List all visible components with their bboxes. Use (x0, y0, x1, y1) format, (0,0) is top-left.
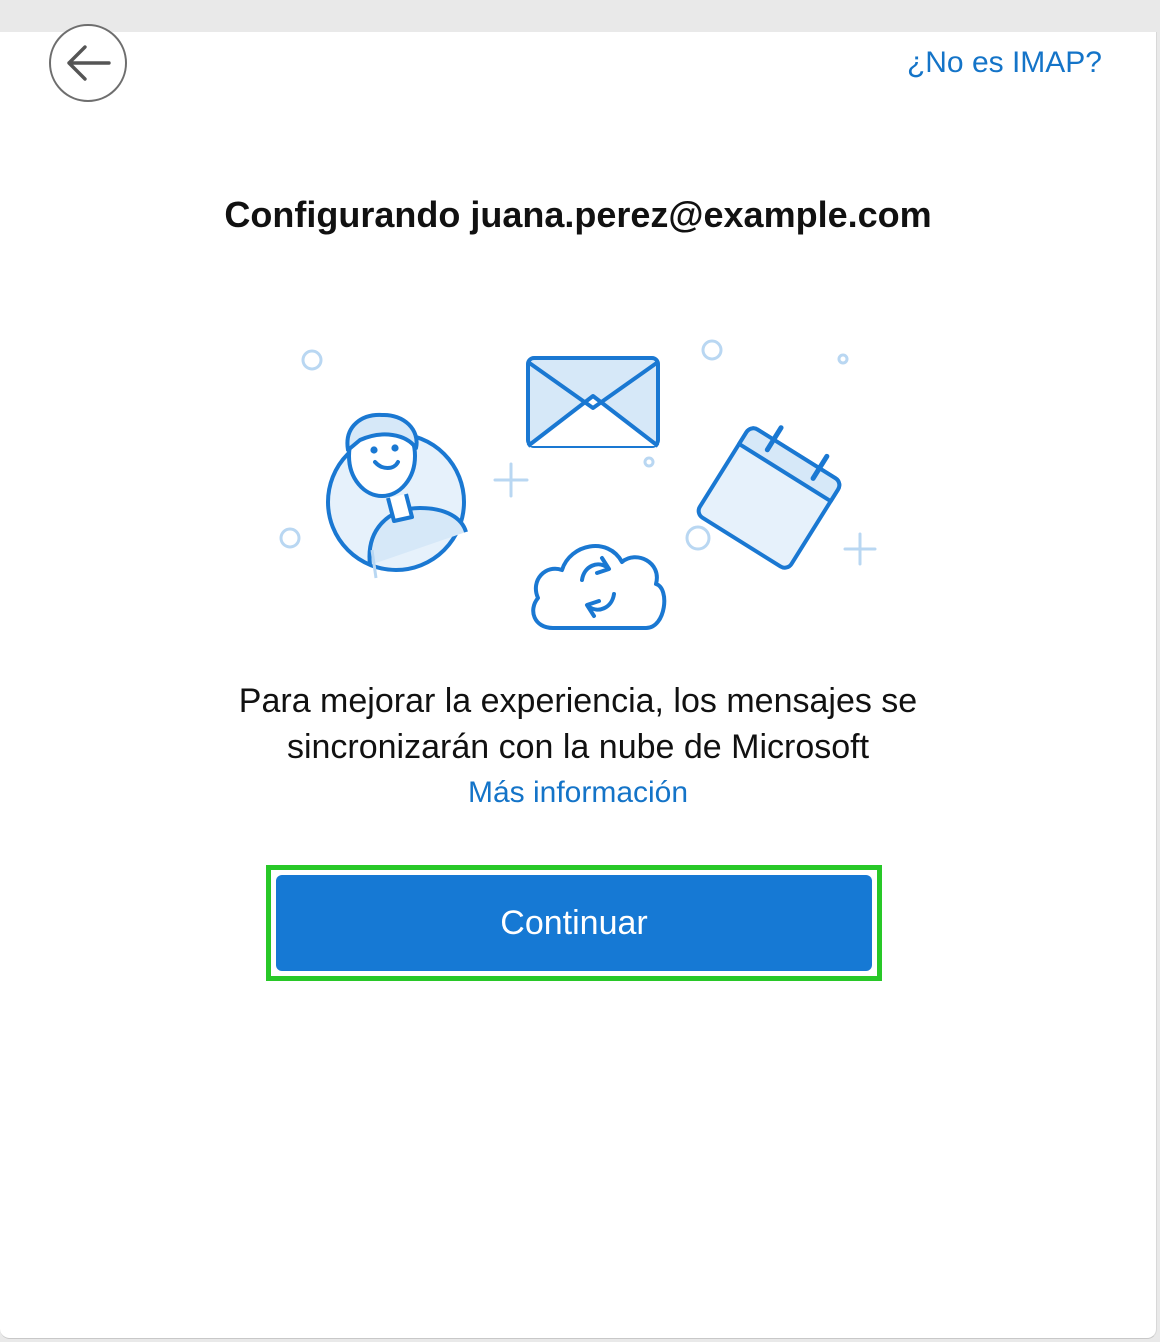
calendar-icon (696, 425, 842, 570)
not-imap-link[interactable]: ¿No es IMAP? (907, 46, 1102, 80)
setup-window: ¿No es IMAP? Configurando juana.perez@ex… (0, 24, 1157, 1339)
arrow-left-icon (67, 45, 111, 81)
back-button[interactable] (49, 24, 127, 102)
description-line-1: Para mejorar la experiencia, los mensaje… (238, 682, 918, 720)
continue-button[interactable]: Continuar (276, 875, 872, 971)
cloud-sync-icon (531, 544, 667, 630)
description-line-2: sincronizarán con la nube de Microsoft (286, 728, 870, 766)
person-icon (326, 412, 468, 579)
page-title: Configurando juana.perez@example.com (224, 194, 932, 235)
mail-icon (526, 356, 660, 448)
more-info-link[interactable]: Más información (0, 776, 1156, 810)
sync-description: Para mejorar la experiencia, los mensaje… (0, 678, 1156, 770)
sync-illustration (279, 339, 877, 630)
